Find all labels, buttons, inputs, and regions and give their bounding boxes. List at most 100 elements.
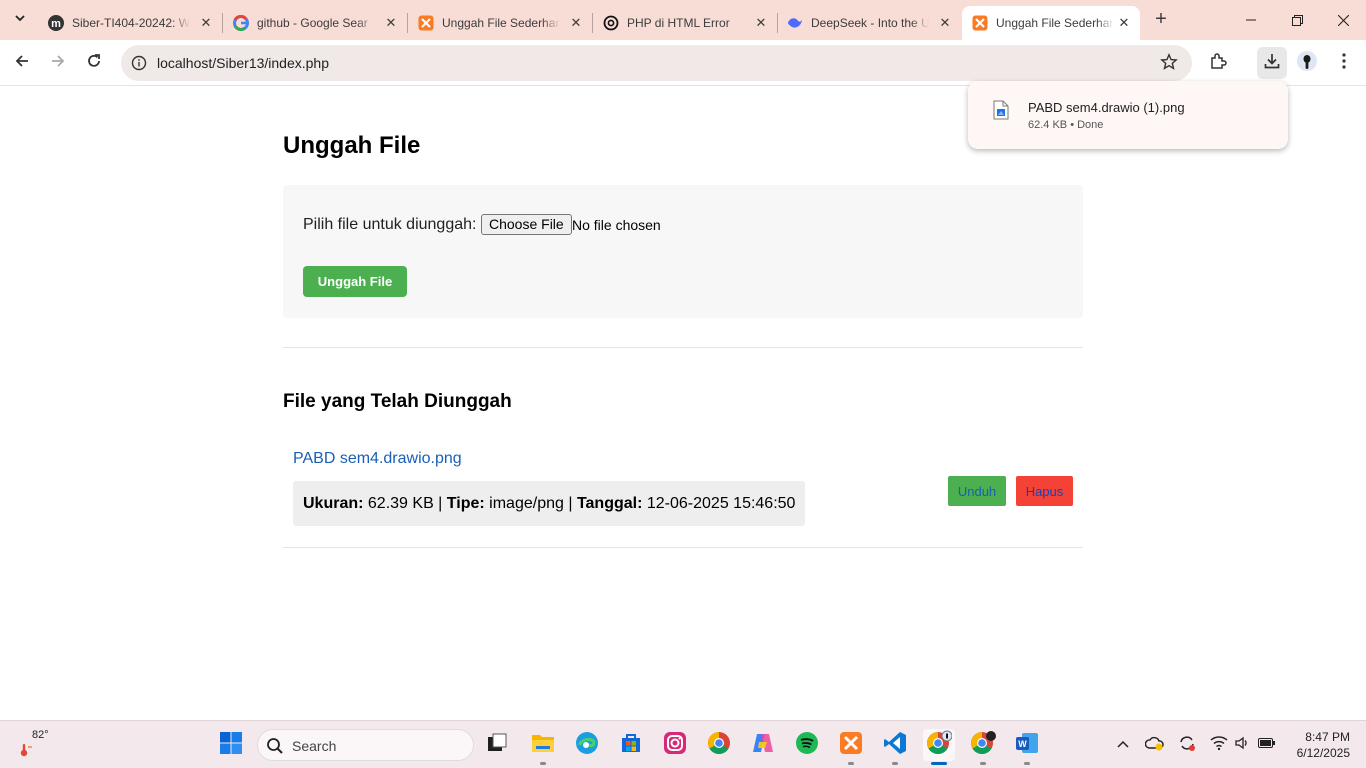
close-window-button[interactable] xyxy=(1320,0,1366,40)
reload-button[interactable] xyxy=(80,49,108,77)
wifi-icon xyxy=(1210,735,1228,756)
tab-title: Unggah File Sederhan xyxy=(442,16,560,30)
chrome-active-app[interactable] xyxy=(923,729,955,765)
copilot-app[interactable] xyxy=(747,729,779,761)
divider xyxy=(283,347,1083,348)
file-type: image/png xyxy=(489,494,564,512)
minimize-button[interactable] xyxy=(1228,0,1274,40)
divider xyxy=(283,547,1083,548)
site-info-icon[interactable] xyxy=(129,53,149,73)
close-icon[interactable]: ✕ xyxy=(568,15,584,31)
tab-php-error[interactable]: PHP di HTML Error ✕ xyxy=(593,6,777,40)
edge-app[interactable] xyxy=(571,729,603,761)
store-app[interactable] xyxy=(615,729,647,761)
chrome-profile-icon xyxy=(970,730,996,761)
chrome-second-profile-app[interactable] xyxy=(967,729,999,765)
avatar xyxy=(1296,50,1318,77)
menu-button[interactable] xyxy=(1330,49,1358,77)
start-button[interactable] xyxy=(215,729,247,761)
folder-icon xyxy=(531,732,555,759)
chevron-up-icon xyxy=(1117,736,1129,754)
download-bubble[interactable]: PABD sem4.drawio (1).png 62.4 KB • Done xyxy=(968,81,1288,149)
date-label: Tanggal: xyxy=(576,494,643,512)
tab-title: Unggah File Sederhan xyxy=(996,16,1114,30)
search-placeholder: Search xyxy=(292,738,337,754)
address-bar[interactable]: localhost/Siber13/index.php xyxy=(121,45,1192,81)
profile-button[interactable] xyxy=(1293,49,1321,77)
file-meta: Ukuran: 62.39 KB | Tipe: image/png | Tan… xyxy=(293,481,806,526)
size-label: Ukuran: xyxy=(303,494,364,512)
tab-search-button[interactable] xyxy=(6,6,34,34)
image-file-icon xyxy=(993,100,1009,125)
file-status-text: No file chosen xyxy=(572,217,661,233)
back-button[interactable] xyxy=(8,49,36,77)
file-link[interactable]: PABD sem4.drawio.png xyxy=(293,450,462,468)
sync-tray[interactable] xyxy=(1176,733,1198,757)
onedrive-tray[interactable] xyxy=(1144,733,1166,757)
taskbar-search[interactable]: Search xyxy=(257,729,474,761)
download-status: 62.4 KB • Done xyxy=(1028,119,1104,131)
close-icon[interactable]: ✕ xyxy=(198,15,214,31)
arrow-right-icon xyxy=(50,53,66,74)
task-view-button[interactable] xyxy=(481,729,513,761)
upload-form: Pilih file untuk diunggah: Choose File N… xyxy=(283,185,1083,318)
reload-icon xyxy=(86,53,102,74)
word-app[interactable]: W xyxy=(1011,729,1043,765)
edge-icon xyxy=(575,731,599,760)
volume-tray[interactable] xyxy=(1231,733,1253,757)
close-icon[interactable]: ✕ xyxy=(753,15,769,31)
tab-deepseek[interactable]: DeepSeek - Into the U ✕ xyxy=(777,6,961,40)
xampp-icon xyxy=(418,15,434,31)
spotify-app[interactable] xyxy=(791,729,823,761)
tab-title: DeepSeek - Into the U xyxy=(811,16,929,30)
type-label: Tipe: xyxy=(446,494,485,512)
choose-file-button[interactable]: Choose File xyxy=(481,214,572,235)
clock-time: 8:47 PM xyxy=(1305,730,1350,744)
instagram-app[interactable] xyxy=(659,729,691,761)
battery-tray[interactable] xyxy=(1256,733,1278,757)
file-explorer-app[interactable] xyxy=(527,729,559,765)
url-text[interactable]: localhost/Siber13/index.php xyxy=(157,55,329,71)
delete-file-button[interactable]: Hapus xyxy=(1016,476,1073,506)
cloud-warning-icon xyxy=(1144,734,1165,757)
search-icon xyxy=(266,737,284,760)
vscode-app[interactable] xyxy=(879,729,911,765)
upload-submit-button[interactable]: Unggah File xyxy=(303,266,407,297)
tab-siber[interactable]: m Siber-TI404-20242: W ✕ xyxy=(38,6,222,40)
puzzle-icon xyxy=(1209,52,1227,75)
restore-button[interactable] xyxy=(1274,0,1320,40)
xampp-icon xyxy=(839,731,863,760)
google-icon xyxy=(233,15,249,31)
new-tab-button[interactable]: + xyxy=(1150,9,1172,31)
tab-unggah-1[interactable]: Unggah File Sederhan ✕ xyxy=(408,6,592,40)
xampp-app[interactable] xyxy=(835,729,867,765)
file-date: 12-06-2025 15:46:50 xyxy=(646,494,796,512)
close-icon[interactable]: ✕ xyxy=(383,15,399,31)
forward-button[interactable] xyxy=(44,49,72,77)
spotify-icon xyxy=(795,731,819,760)
download-filename[interactable]: PABD sem4.drawio (1).png xyxy=(1028,100,1185,115)
moodle-icon: m xyxy=(48,15,64,31)
taskbar: 82° Search W 8:47 PM 6/12/2025 xyxy=(0,720,1366,768)
clock[interactable]: 8:47 PM 6/12/2025 xyxy=(1290,729,1350,761)
clock-date: 6/12/2025 xyxy=(1296,746,1350,760)
download-file-button[interactable]: Unduh xyxy=(948,476,1006,506)
bookmark-star-icon[interactable] xyxy=(1160,53,1178,76)
extensions-button[interactable] xyxy=(1204,49,1232,77)
chrome-app[interactable] xyxy=(703,729,735,761)
wifi-tray[interactable] xyxy=(1208,733,1230,757)
task-view-icon xyxy=(486,732,508,759)
chatgpt-icon xyxy=(603,15,619,31)
tab-github-search[interactable]: github - Google Sear ✕ xyxy=(223,6,407,40)
show-hidden-icons-button[interactable] xyxy=(1112,733,1134,757)
tab-title: Siber-TI404-20242: W xyxy=(72,16,190,30)
downloads-button[interactable] xyxy=(1257,47,1287,79)
weather-widget[interactable]: 82° xyxy=(18,727,58,763)
tab-unggah-active[interactable]: Unggah File Sederhan ✕ xyxy=(962,6,1140,40)
thermometer-icon xyxy=(18,741,34,764)
download-icon xyxy=(1263,52,1281,75)
svg-text:m: m xyxy=(51,18,61,30)
page-content: Unggah File Pilih file untuk diunggah: C… xyxy=(0,87,1366,720)
close-icon[interactable]: ✕ xyxy=(937,15,953,31)
close-icon[interactable]: ✕ xyxy=(1116,15,1132,31)
